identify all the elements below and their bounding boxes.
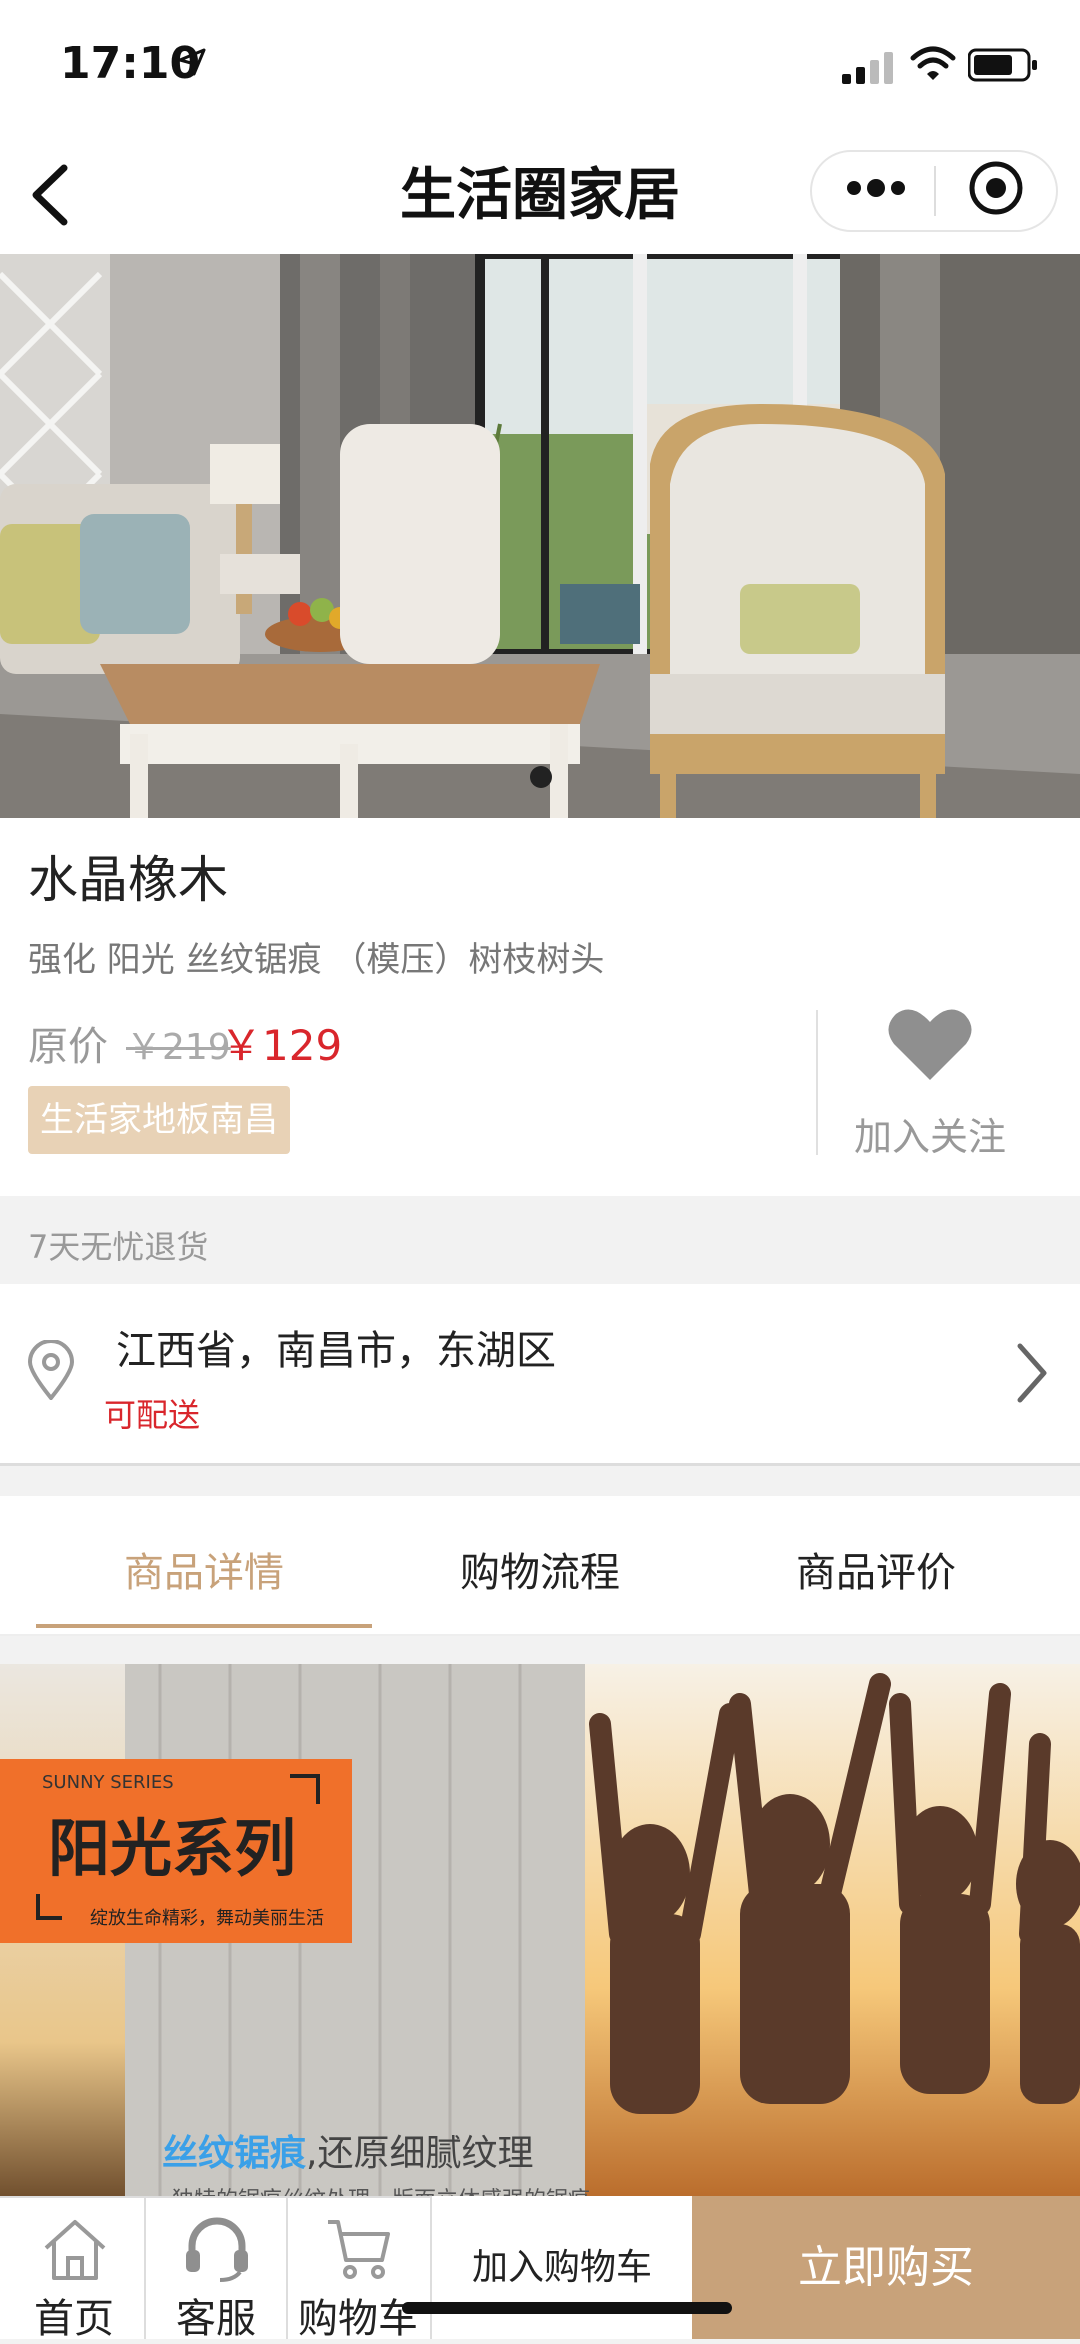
wifi-icon [910,46,956,80]
home-button[interactable]: 首页 [4,2196,146,2342]
product-description: 强化 阳光 丝纹锯痕 （模压）树枝树头 [28,940,605,980]
more-icon[interactable] [844,178,908,198]
series-title: 阳光系列 [48,1812,297,1885]
corner-bracket-left-icon [36,1894,62,1920]
original-price: ￥219 [126,1027,231,1068]
original-price-label: 原价 [28,1024,108,1070]
sale-price: ￥129 [220,1021,343,1070]
heart-icon[interactable] [888,1006,972,1082]
cart-button[interactable]: 购物车 [288,2196,432,2342]
product-hero-image[interactable] [0,254,1080,818]
follow-divider [816,1010,818,1155]
buy-now-button[interactable]: 立即购买 [692,2196,1080,2339]
store-tag[interactable]: 生活家地板南昌 [28,1086,290,1154]
cart-icon [328,2220,390,2279]
caption-rest: ,还原细腻纹理 [306,2133,534,2174]
customer-service-button[interactable]: 客服 [146,2196,288,2342]
cart-label: 购物车 [298,2296,418,2342]
location-pin-icon [27,1340,75,1400]
close-mini-program-icon[interactable] [966,158,1026,218]
product-detail-banner: SUNNY SERIES 阳光系列 绽放生命精彩，舞动美丽生活 丝纹锯痕,还原细… [0,1664,1080,2204]
product-name: 水晶橡木 [28,851,228,909]
caption-highlight: 丝纹锯痕 [162,2133,307,2174]
banner-caption: 丝纹锯痕,还原细腻纹理 [162,2124,533,2176]
carousel-indicator[interactable] [530,766,552,788]
follow-button[interactable]: 加入关注 [820,1106,1040,1161]
delivery-status: 可配送 [104,1396,201,1434]
return-policy: 7天无忧退货 [28,1228,209,1266]
tab-shopping-process[interactable]: 购物流程 [360,1540,720,1598]
detail-banner-image [0,1664,1080,2204]
home-icon [44,2220,106,2280]
home-indicator [402,2302,732,2314]
series-english: SUNNY SERIES [42,1772,174,1793]
signal-icon [842,52,893,84]
battery-icon [968,48,1037,82]
tab-reviews[interactable]: 商品评价 [696,1540,1056,1598]
headset-icon [186,2217,248,2282]
series-slogan: 绽放生命精彩，舞动美丽生活 [90,1908,324,1929]
chevron-right-icon[interactable] [1012,1340,1052,1406]
add-to-cart-button[interactable]: 加入购物车 [432,2196,692,2339]
location-arrow-icon [178,48,206,76]
home-label: 首页 [34,2296,114,2342]
active-tab-underline [36,1624,372,1628]
delivery-address: 江西省，南昌市，东湖区 [116,1328,556,1374]
capsule-divider [934,166,936,216]
customer-service-label: 客服 [176,2296,256,2342]
tab-details[interactable]: 商品详情 [24,1540,384,1598]
